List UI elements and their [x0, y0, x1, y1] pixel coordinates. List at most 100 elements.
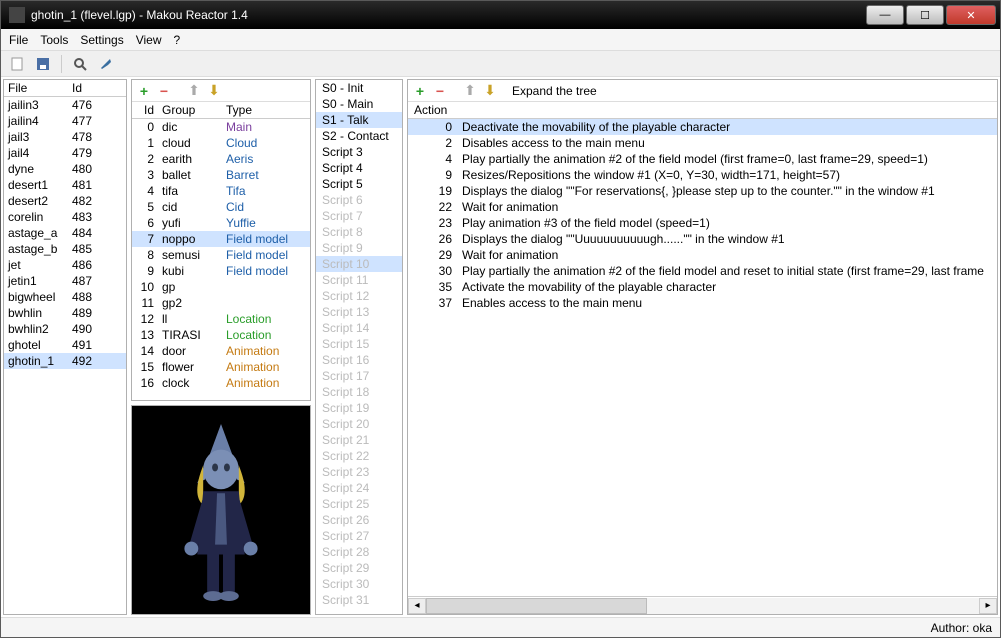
file-row[interactable]: jet486: [4, 257, 126, 273]
action-rows[interactable]: 0Deactivate the movability of the playab…: [408, 119, 997, 596]
group-row[interactable]: 7noppoField model: [132, 231, 310, 247]
scroll-left-button[interactable]: ◂: [408, 598, 426, 614]
script-row[interactable]: S2 - Contact: [316, 128, 402, 144]
group-row[interactable]: 2earithAeris: [132, 151, 310, 167]
action-row[interactable]: 19Displays the dialog ""For reservations…: [408, 183, 997, 199]
script-row[interactable]: S1 - Talk: [316, 112, 402, 128]
file-row[interactable]: ghotin_1492: [4, 353, 126, 369]
model-preview[interactable]: [131, 405, 311, 615]
action-hscroll[interactable]: ◂ ▸: [408, 596, 997, 614]
action-add-button[interactable]: +: [412, 83, 428, 99]
group-row[interactable]: 11gp2: [132, 295, 310, 311]
file-name: corelin: [4, 209, 68, 225]
file-header-file[interactable]: File: [4, 80, 68, 96]
group-row[interactable]: 8semusiField model: [132, 247, 310, 263]
group-row[interactable]: 1cloudCloud: [132, 135, 310, 151]
file-name: ghotel: [4, 337, 68, 353]
file-rows[interactable]: jailin3476jailin4477jail3478jail4479dyne…: [4, 97, 126, 614]
save-icon[interactable]: [33, 54, 53, 74]
file-row[interactable]: desert2482: [4, 193, 126, 209]
file-row[interactable]: corelin483: [4, 209, 126, 225]
search-icon[interactable]: [70, 54, 90, 74]
script-row[interactable]: Script 3: [316, 144, 402, 160]
action-row[interactable]: 23Play animation #3 of the field model (…: [408, 215, 997, 231]
menu-settings[interactable]: Settings: [80, 33, 123, 47]
action-row[interactable]: 26Displays the dialog ""Uuuuuuuuuuugh...…: [408, 231, 997, 247]
file-row[interactable]: bigwheel488: [4, 289, 126, 305]
group-rows[interactable]: 0dicMain1cloudCloud2earithAeris3balletBa…: [132, 119, 310, 400]
action-row[interactable]: 2Disables access to the main menu: [408, 135, 997, 151]
file-row[interactable]: jetin1487: [4, 273, 126, 289]
wrench-icon[interactable]: [96, 54, 116, 74]
group-id: 4: [132, 183, 158, 199]
group-id: 5: [132, 199, 158, 215]
group-row[interactable]: 10gp: [132, 279, 310, 295]
action-row[interactable]: 22Wait for animation: [408, 199, 997, 215]
action-row[interactable]: 30Play partially the animation #2 of the…: [408, 263, 997, 279]
add-button[interactable]: +: [136, 83, 152, 99]
down-button[interactable]: ⬇: [206, 83, 222, 99]
remove-button[interactable]: −: [156, 83, 172, 99]
action-row[interactable]: 29Wait for animation: [408, 247, 997, 263]
script-rows[interactable]: S0 - InitS0 - MainS1 - TalkS2 - ContactS…: [316, 80, 402, 614]
action-row[interactable]: 4Play partially the animation #2 of the …: [408, 151, 997, 167]
group-name: door: [158, 343, 222, 359]
action-row[interactable]: 35Activate the movability of the playabl…: [408, 279, 997, 295]
close-button[interactable]: ✕: [946, 5, 996, 25]
file-name: bwhlin: [4, 305, 68, 321]
file-row[interactable]: jail3478: [4, 129, 126, 145]
action-row[interactable]: 0Deactivate the movability of the playab…: [408, 119, 997, 135]
scroll-right-button[interactable]: ▸: [979, 598, 997, 614]
file-row[interactable]: dyne480: [4, 161, 126, 177]
group-row[interactable]: 14doorAnimation: [132, 343, 310, 359]
scroll-thumb[interactable]: [426, 598, 647, 614]
file-row[interactable]: ghotel491: [4, 337, 126, 353]
group-row[interactable]: 3balletBarret: [132, 167, 310, 183]
file-row[interactable]: jail4479: [4, 145, 126, 161]
minimize-button[interactable]: —: [866, 5, 904, 25]
file-row[interactable]: desert1481: [4, 177, 126, 193]
file-name: bwhlin2: [4, 321, 68, 337]
file-row[interactable]: bwhlin489: [4, 305, 126, 321]
group-id: 2: [132, 151, 158, 167]
script-label: Script 5: [316, 176, 367, 192]
group-header-type[interactable]: Type: [222, 102, 302, 118]
group-row[interactable]: 13TIRASILocation: [132, 327, 310, 343]
file-row[interactable]: bwhlin2490: [4, 321, 126, 337]
up-button[interactable]: ⬆: [186, 83, 202, 99]
group-type: Yuffie: [222, 215, 302, 231]
group-header-group[interactable]: Group: [158, 102, 222, 118]
group-row[interactable]: 9kubiField model: [132, 263, 310, 279]
file-row[interactable]: jailin4477: [4, 113, 126, 129]
script-row[interactable]: S0 - Main: [316, 96, 402, 112]
file-header-id[interactable]: Id: [68, 80, 108, 96]
script-row[interactable]: S0 - Init: [316, 80, 402, 96]
script-row[interactable]: Script 5: [316, 176, 402, 192]
menu-file[interactable]: File: [9, 33, 28, 47]
maximize-button[interactable]: ☐: [906, 5, 944, 25]
action-up-button[interactable]: ⬆: [462, 83, 478, 99]
group-row[interactable]: 6yufiYuffie: [132, 215, 310, 231]
script-label: Script 13: [316, 304, 373, 320]
new-icon[interactable]: [7, 54, 27, 74]
action-row[interactable]: 9Resizes/Repositions the window #1 (X=0,…: [408, 167, 997, 183]
file-row[interactable]: astage_a484: [4, 225, 126, 241]
group-row[interactable]: 0dicMain: [132, 119, 310, 135]
file-row[interactable]: jailin3476: [4, 97, 126, 113]
expand-tree-button[interactable]: Expand the tree: [512, 84, 597, 98]
group-row[interactable]: 5cidCid: [132, 199, 310, 215]
action-down-button[interactable]: ⬇: [482, 83, 498, 99]
action-text: Resizes/Repositions the window #1 (X=0, …: [456, 167, 997, 183]
action-row[interactable]: 37Enables access to the main menu: [408, 295, 997, 311]
menu-help[interactable]: ?: [174, 33, 181, 47]
group-row[interactable]: 16clockAnimation: [132, 375, 310, 391]
file-row[interactable]: astage_b485: [4, 241, 126, 257]
group-row[interactable]: 12llLocation: [132, 311, 310, 327]
action-remove-button[interactable]: −: [432, 83, 448, 99]
group-row[interactable]: 15flowerAnimation: [132, 359, 310, 375]
menu-view[interactable]: View: [136, 33, 162, 47]
group-row[interactable]: 4tifaTifa: [132, 183, 310, 199]
group-header-id[interactable]: Id: [132, 102, 158, 118]
menu-tools[interactable]: Tools: [40, 33, 68, 47]
script-row[interactable]: Script 4: [316, 160, 402, 176]
